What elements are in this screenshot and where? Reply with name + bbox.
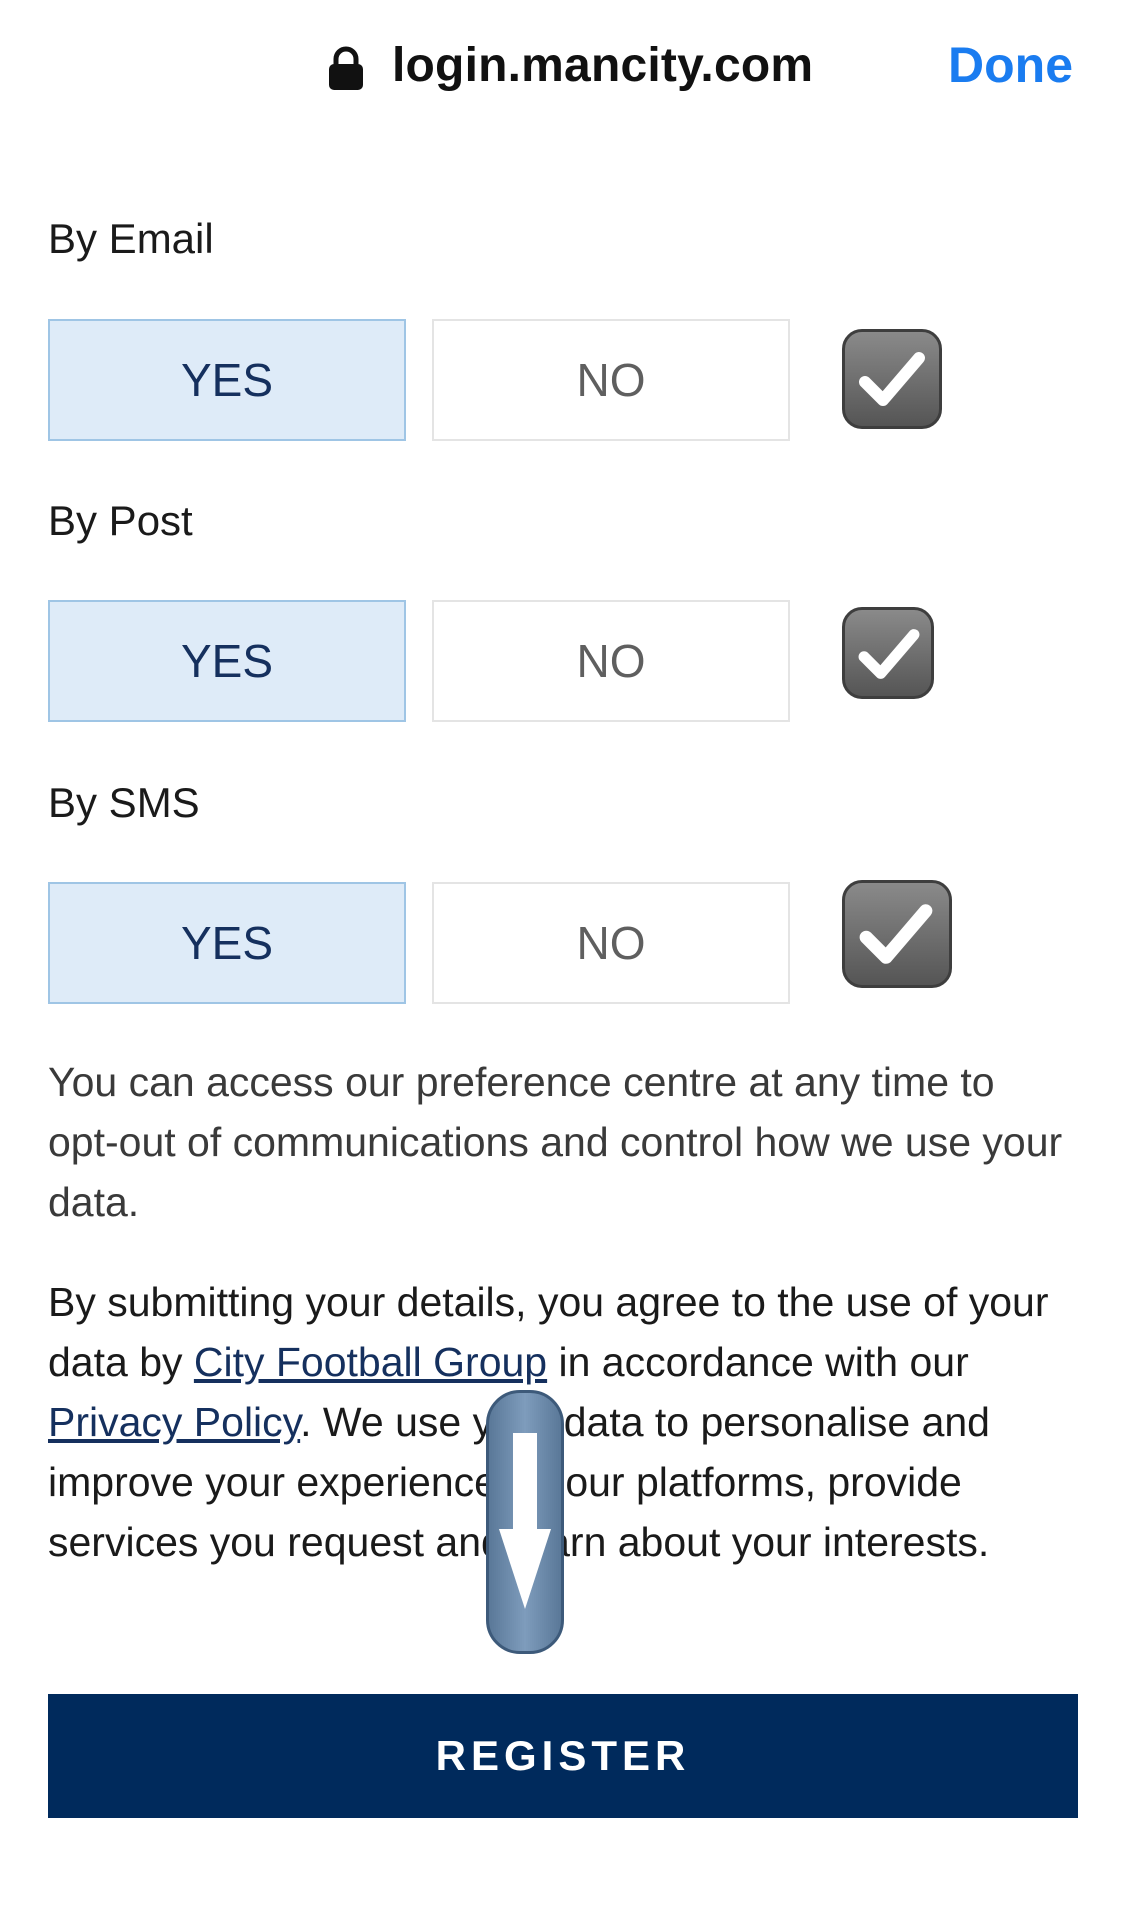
consent-text-part2: in accordance with our	[547, 1339, 969, 1385]
pref-label-sms: By SMS	[48, 779, 200, 826]
done-button[interactable]: Done	[948, 36, 1073, 94]
pref-label-post: By Post	[48, 497, 193, 544]
preference-centre-text: You can access our preference centre at …	[48, 1059, 1063, 1225]
email-yes-button[interactable]: YES	[48, 319, 406, 441]
post-yes-button[interactable]: YES	[48, 600, 406, 722]
browser-sheet: login.mancity.com Done By Email YES NO B…	[0, 0, 1125, 1924]
post-no-button[interactable]: NO	[432, 600, 790, 722]
city-football-group-link[interactable]: City Football Group	[194, 1339, 547, 1385]
checkmark-icon	[859, 352, 925, 406]
scroll-down-arrow-icon[interactable]	[486, 1390, 564, 1654]
checkmark-icon	[859, 904, 933, 964]
privacy-policy-link[interactable]: Privacy Policy	[48, 1399, 300, 1445]
browser-top-bar: login.mancity.com Done	[0, 0, 1125, 135]
sms-checkbox[interactable]	[842, 880, 952, 988]
url-text: login.mancity.com	[392, 39, 814, 92]
email-no-button[interactable]: NO	[432, 319, 790, 441]
checkmark-icon	[858, 629, 920, 679]
sms-no-button[interactable]: NO	[432, 882, 790, 1004]
pref-label-email: By Email	[48, 215, 214, 262]
post-checkbox[interactable]	[842, 607, 934, 699]
arrow-down-icon	[499, 1433, 551, 1609]
email-checkbox[interactable]	[842, 329, 942, 429]
sms-yes-button[interactable]: YES	[48, 882, 406, 1004]
register-button[interactable]: REGISTER	[48, 1694, 1078, 1818]
lock-icon	[329, 46, 363, 90]
